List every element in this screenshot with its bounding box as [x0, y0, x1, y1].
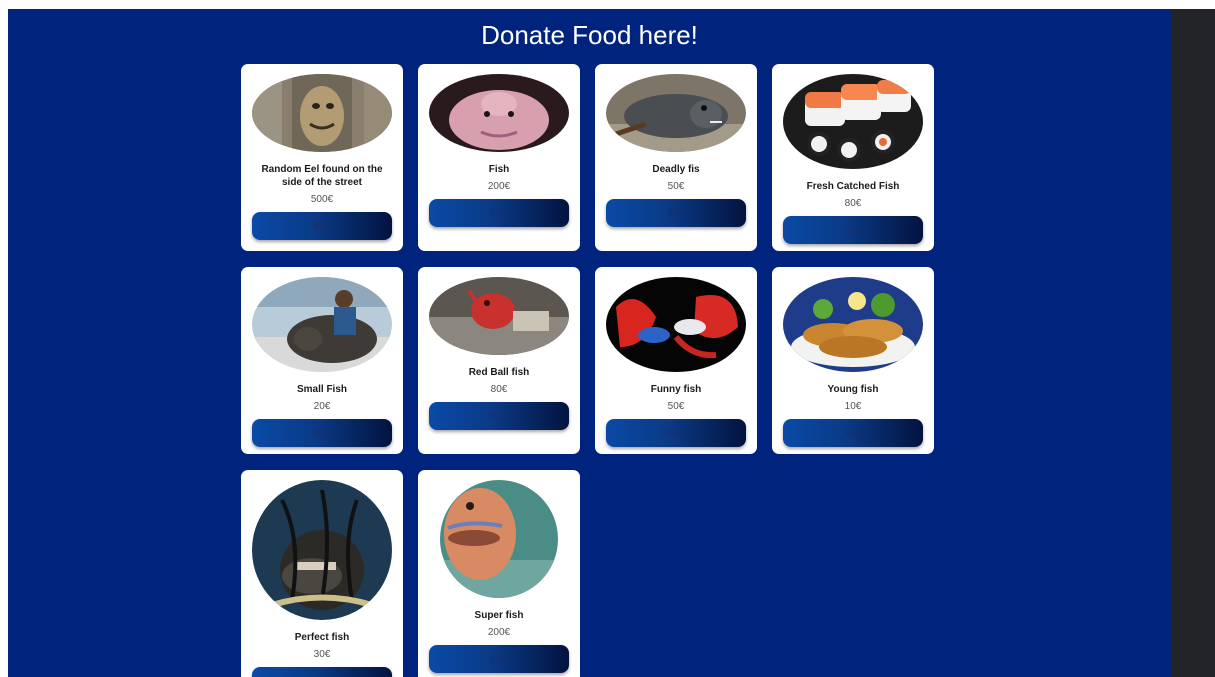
- product-price: 20€: [313, 401, 331, 412]
- product-card-small-fish: Small Fish 20€ Buy: [241, 267, 403, 454]
- product-image-sushi: [783, 74, 923, 169]
- product-name: Young fish: [827, 384, 879, 395]
- product-card-perfect-fish: Perfect fish 30€ Buy: [241, 470, 403, 677]
- buy-button[interactable]: Buy: [606, 419, 746, 447]
- product-name: Red Ball fish: [468, 367, 530, 378]
- window-left-edge: [0, 0, 8, 677]
- product-card-deadly-fis: Deadly fis 50€ Buy: [595, 64, 757, 251]
- product-card-fresh-catched-fish: Fresh Catched Fish 80€ Buy: [772, 64, 934, 251]
- product-image-blobfish: [429, 74, 569, 152]
- product-price: 50€: [667, 181, 685, 192]
- buy-button[interactable]: Buy: [429, 402, 569, 430]
- product-card-fish: Fish 200€ Buy: [418, 64, 580, 251]
- product-price: 200€: [487, 627, 511, 638]
- product-image-betta-fish: [606, 277, 746, 372]
- product-price: 80€: [490, 384, 508, 395]
- product-card-young-fish: Young fish 10€ Buy: [772, 267, 934, 454]
- product-image-perfect-fish: [252, 480, 392, 620]
- product-price: 10€: [844, 401, 862, 412]
- buy-button[interactable]: Buy: [783, 419, 923, 447]
- product-name: Funny fish: [650, 384, 702, 395]
- buy-button[interactable]: Buy: [783, 216, 923, 244]
- product-price: 200€: [487, 181, 511, 192]
- product-price: 500€: [310, 194, 334, 205]
- product-name: Random Eel found on the side of the stre…: [261, 164, 383, 188]
- buy-button[interactable]: Buy: [606, 199, 746, 227]
- product-card-red-ball-fish: Red Ball fish 80€ Buy: [418, 267, 580, 454]
- product-image-fried-fish: [783, 277, 923, 372]
- buy-button[interactable]: Buy: [252, 667, 392, 677]
- product-image-red-ball-fish: [429, 277, 569, 355]
- product-image-super-fish: [440, 480, 558, 598]
- product-price: 30€: [313, 649, 331, 660]
- buy-button[interactable]: Buy: [429, 645, 569, 673]
- product-name: Deadly fis: [652, 164, 700, 175]
- product-name: Fresh Catched Fish: [806, 181, 900, 192]
- product-card-super-fish: Super fish 200€ Buy: [418, 470, 580, 677]
- product-price: 80€: [844, 198, 862, 209]
- product-name: Fish: [488, 164, 510, 175]
- product-price: 50€: [667, 401, 685, 412]
- window-top-edge: [0, 0, 1215, 9]
- product-image-deadly-fish: [606, 74, 746, 152]
- main-content: Donate Food here! Random Eel found on th…: [8, 9, 1171, 677]
- product-card-random-eel: Random Eel found on the side of the stre…: [241, 64, 403, 251]
- product-name: Small Fish: [296, 384, 347, 395]
- product-name: Super fish: [474, 610, 524, 621]
- buy-button[interactable]: Buy: [252, 212, 392, 240]
- product-image-eel: [252, 74, 392, 152]
- buy-button[interactable]: Buy: [252, 419, 392, 447]
- buy-button[interactable]: Buy: [429, 199, 569, 227]
- scrollbar-track[interactable]: [1171, 9, 1215, 677]
- product-image-small-fish: [252, 277, 392, 372]
- product-name: Perfect fish: [294, 632, 350, 643]
- product-card-funny-fish: Funny fish 50€ Buy: [595, 267, 757, 454]
- page-title: Donate Food here!: [481, 20, 698, 50]
